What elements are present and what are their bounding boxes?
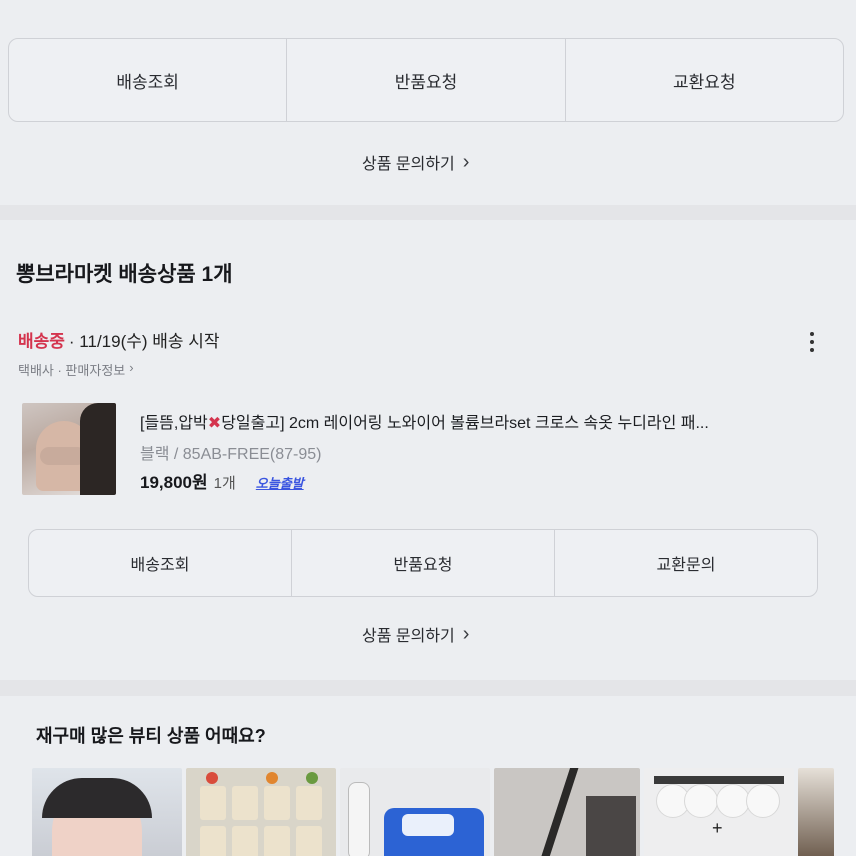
product-quantity: 1개 <box>213 475 236 492</box>
track-delivery-button[interactable]: 배송조회 <box>29 530 292 596</box>
delivery-status-row: 배송중 · 11/19(수) 배송 시작 <box>18 327 220 352</box>
reco-product-card[interactable] <box>494 768 640 856</box>
reco-product-card[interactable] <box>32 768 182 856</box>
exchange-inquiry-button[interactable]: 교환문의 <box>555 530 817 596</box>
store-title: 뽕브라마켓 배송상품 1개 <box>16 263 233 286</box>
product-name-prefix: [들뜸,압박 <box>140 415 208 432</box>
chevron-right-icon: › <box>462 150 470 173</box>
delivery-schedule: · 11/19(수) 배송 시작 <box>68 332 220 351</box>
reco-product-card[interactable] <box>340 768 490 856</box>
seller-info-link[interactable]: 택배사 · 판매자정보 › <box>18 360 134 379</box>
order-action-button-group: 배송조회 반품요청 교환문의 <box>28 529 818 597</box>
product-inquiry-link[interactable]: 상품 문의하기 › <box>362 622 469 646</box>
product-name-suffix: 당일출고] 2cm 레이어링 노와이어 볼륨브라set 크로스 속옷 누디라인 … <box>221 415 709 432</box>
exchange-request-button[interactable]: 교환요청 <box>566 39 843 121</box>
product-name[interactable]: [들뜸,압박✖당일출고] 2cm 레이어링 노와이어 볼륨브라set 크로스 속… <box>140 409 800 433</box>
reco-product-card[interactable] <box>798 768 834 856</box>
product-thumbnail[interactable] <box>22 403 116 495</box>
order-section <box>0 220 856 680</box>
return-request-button[interactable]: 반품요청 <box>287 39 566 121</box>
status-badge: 배송중 <box>18 332 65 351</box>
chevron-right-icon: › <box>129 360 134 375</box>
price-row: 19,800원 1개 오늘출발 <box>140 468 304 493</box>
top-action-button-group: 배송조회 반품요청 교환요청 <box>8 38 844 122</box>
product-inquiry-link[interactable]: 상품 문의하기 › <box>362 150 469 174</box>
recommendation-title: 재구매 많은 뷰티 상품 어때요? <box>36 726 266 746</box>
return-request-button[interactable]: 반품요청 <box>292 530 555 596</box>
today-shipping-badge: 오늘출발 <box>255 476 304 491</box>
track-delivery-button[interactable]: 배송조회 <box>9 39 288 121</box>
reco-product-card[interactable] <box>186 768 336 856</box>
cross-mark-icon: ✖ <box>207 415 222 432</box>
top-actions-section: 배송조회 반품요청 교환요청 상품 문의하기 › <box>0 0 856 205</box>
chevron-right-icon: › <box>462 622 470 645</box>
product-inquiry-label: 상품 문의하기 <box>362 156 455 173</box>
reco-product-card[interactable]: + <box>644 768 794 856</box>
plus-icon: + <box>712 818 723 838</box>
more-vertical-icon[interactable] <box>800 328 824 356</box>
product-option: 블랙 / 85AB-FREE(87-95) <box>140 446 322 463</box>
product-inquiry-label: 상품 문의하기 <box>362 628 455 645</box>
seller-info-label: 택배사 · 판매자정보 <box>18 363 126 378</box>
recommendation-carousel[interactable]: + <box>32 768 834 856</box>
product-price: 19,800원 <box>140 473 208 492</box>
